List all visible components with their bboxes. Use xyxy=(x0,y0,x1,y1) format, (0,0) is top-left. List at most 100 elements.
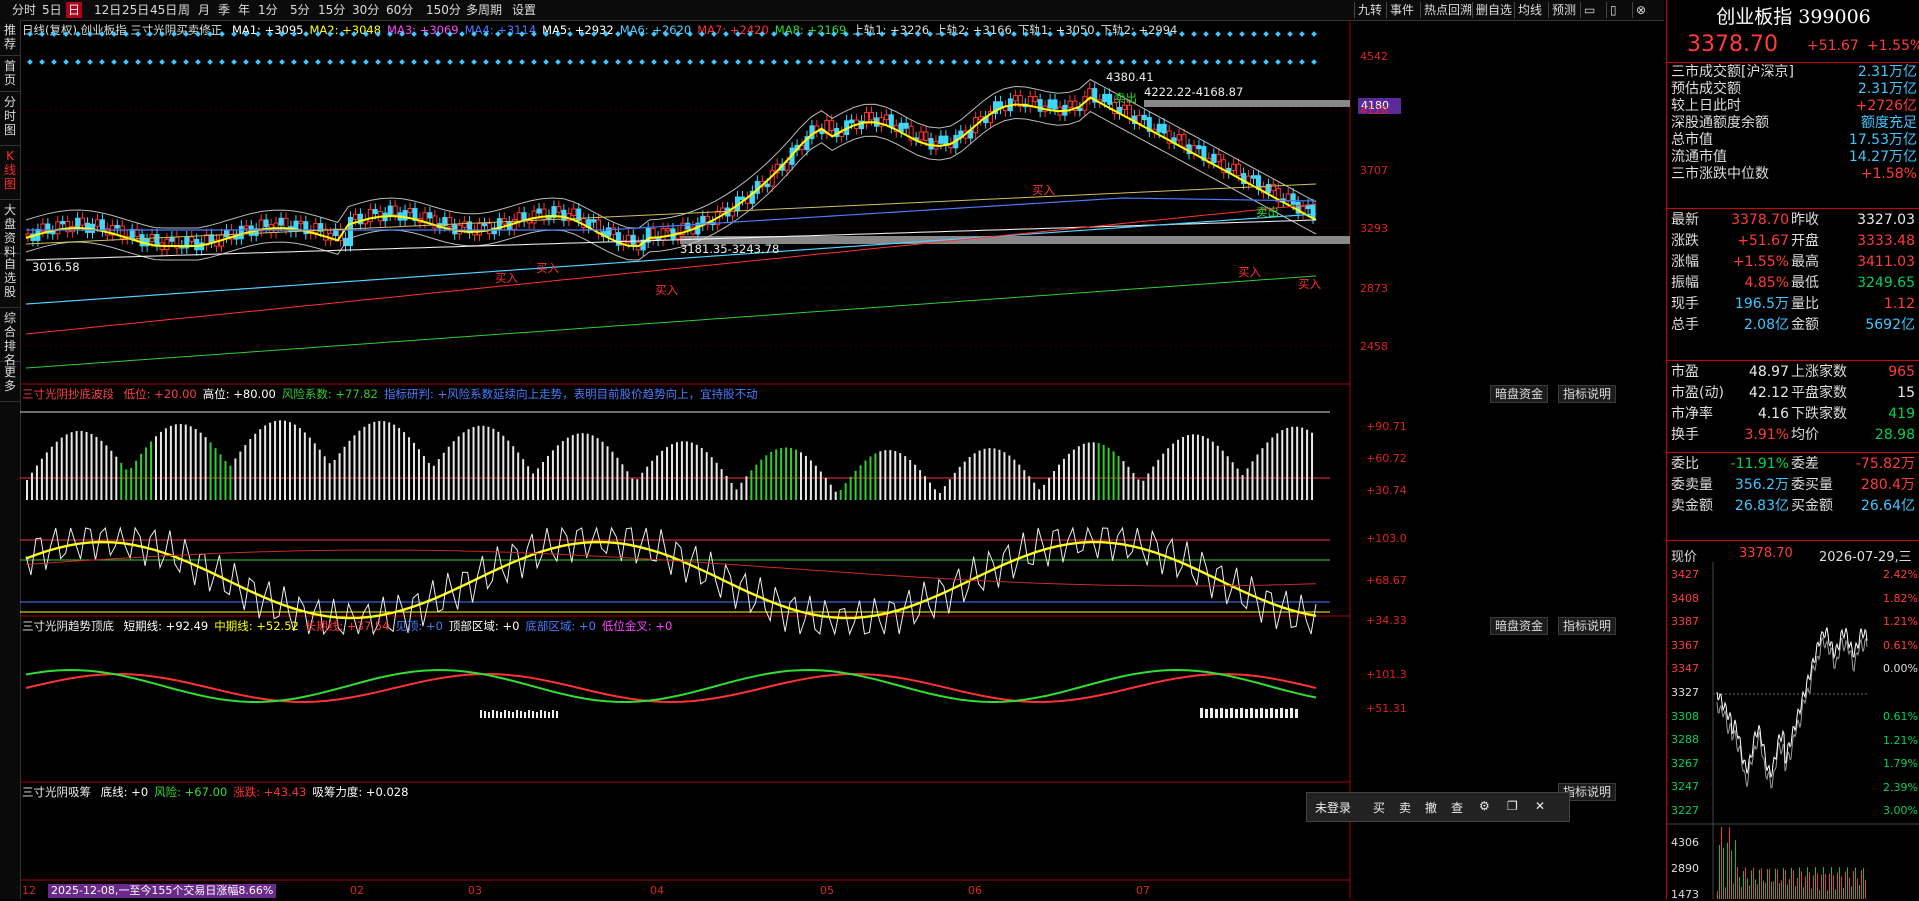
quote-value: 356.2万 xyxy=(1734,477,1789,493)
close-icon[interactable]: ✕ xyxy=(1535,799,1545,813)
login-status[interactable]: 未登录 xyxy=(1315,799,1351,816)
period-tab[interactable]: 12日 xyxy=(94,2,121,18)
indicator-value: 长期线: +37.54 xyxy=(304,619,390,633)
quote-value: 3327.03 xyxy=(1857,212,1915,228)
toolbar-action[interactable]: 预测 xyxy=(1548,2,1579,18)
cancel-order-button[interactable]: 撤 xyxy=(1425,799,1437,816)
toolbar-action[interactable]: 均线 xyxy=(1514,2,1545,18)
period-tab[interactable]: 60分 xyxy=(386,2,413,18)
quote-label: 委买量 xyxy=(1791,477,1833,493)
mini-volume-tick: 4306 xyxy=(1671,836,1699,849)
indicator-help-button[interactable]: 指标说明 xyxy=(1558,617,1617,635)
period-tab[interactable]: 45日 xyxy=(150,2,177,18)
mini-volume-tick: 1473 xyxy=(1671,888,1699,901)
quote-label: 委差 xyxy=(1791,456,1819,472)
quote-value: +51.67 xyxy=(1737,233,1789,249)
quote-label: 卖金额 xyxy=(1671,498,1713,514)
indicator-value: 中期线: +52.52 xyxy=(214,619,299,633)
quote-value: 5692亿 xyxy=(1865,317,1915,333)
left-tab[interactable]: 更多 xyxy=(0,362,20,402)
mini-price-tick: 3227 xyxy=(1671,804,1699,817)
price-change: +51.67 xyxy=(1807,38,1859,54)
left-tab[interactable]: 自选股 xyxy=(0,254,20,308)
date-tick: 05 xyxy=(820,884,834,897)
left-tab[interactable]: 分时图 xyxy=(0,92,20,146)
period-tab[interactable]: 季 xyxy=(218,2,230,18)
quote-value: 15 xyxy=(1897,385,1915,401)
sub1-header: 三寸光阴抄底波段 低位: +20.00 高位: +80.00 风险系数: +77.8… xyxy=(22,386,758,402)
indicator-help-button[interactable]: 指标说明 xyxy=(1558,385,1617,403)
dark-fund-button[interactable]: 暗盘资金 xyxy=(1490,385,1549,403)
mini-volume-tick: 2890 xyxy=(1671,862,1699,875)
restore-icon[interactable]: ❐ xyxy=(1507,799,1518,813)
indicator-value: 顶部区域: +0 xyxy=(448,619,520,633)
market-row: 三市成交额[沪深京] 2.31万亿 xyxy=(1671,64,1917,80)
toolbar-action[interactable]: 事件 xyxy=(1386,2,1417,18)
period-tab[interactable]: 30分 xyxy=(352,2,379,18)
period-tab[interactable]: 150分 xyxy=(426,2,461,18)
date-tick: 04 xyxy=(650,884,664,897)
query-button[interactable]: 查 xyxy=(1451,799,1463,816)
indicator-value: 指标研判: +风险系数延续向上走势，表明目前股价趋势向上，宜持股不动 xyxy=(383,387,758,401)
date-tick: 02 xyxy=(350,884,364,897)
chart-area[interactable]: 日线(复权) 创业板指 三寸光阴买卖修正 MA1: +3095 MA2: +304… xyxy=(20,20,1664,899)
period-tab[interactable]: 多周期 xyxy=(466,2,502,18)
left-tab[interactable]: K线图 xyxy=(0,146,20,200)
period-tab[interactable]: 分时 xyxy=(12,2,36,18)
quote-value: 3333.48 xyxy=(1857,233,1915,249)
quote-label: 市净率 xyxy=(1671,406,1713,422)
quote-value: 3411.03 xyxy=(1857,254,1915,270)
mini-pct-tick: 1.79% xyxy=(1883,757,1918,771)
dark-fund-button[interactable]: 暗盘资金 xyxy=(1490,617,1549,635)
period-tab[interactable]: 15分 xyxy=(318,2,345,18)
quote-label: 开盘 xyxy=(1791,233,1819,249)
quote-value: -11.91% xyxy=(1730,456,1789,472)
toolbar-action[interactable]: 九转 xyxy=(1354,2,1385,18)
period-tab[interactable]: 周 xyxy=(178,2,190,18)
gear-icon[interactable]: ⚙ xyxy=(1479,799,1490,813)
date-tick: 07 xyxy=(1136,884,1150,897)
mini-pct-tick: 3.00% xyxy=(1883,804,1918,818)
buy-signal: 买入 xyxy=(655,283,678,297)
indicator-tick: +101.3 xyxy=(1366,668,1407,681)
quote-label: 换手 xyxy=(1671,427,1699,443)
period-tab[interactable]: 日 xyxy=(66,2,83,18)
quote-label: 振幅 xyxy=(1671,275,1699,291)
buy-button[interactable]: 买 xyxy=(1373,799,1385,816)
quote-label: 总手 xyxy=(1671,317,1699,333)
quote-label: 最低 xyxy=(1791,275,1819,291)
left-tab[interactable]: 首页 xyxy=(0,56,20,92)
restore-icon[interactable]: ▭ xyxy=(1580,2,1598,18)
buy-signal: 买入 xyxy=(495,271,518,285)
price-tick: 4542 xyxy=(1360,50,1388,63)
kline-chart[interactable] xyxy=(20,20,1664,899)
sell-button[interactable]: 卖 xyxy=(1399,799,1411,816)
toolbar-action[interactable]: 删自选 xyxy=(1472,2,1515,18)
indicator-value: 风险系数: +77.82 xyxy=(281,387,378,401)
period-tab[interactable]: 1分 xyxy=(258,2,278,18)
quote-label: 委比 xyxy=(1671,456,1699,472)
mini-price-tick: 3327 xyxy=(1671,686,1699,699)
date-tick: 03 xyxy=(468,884,482,897)
period-tab[interactable]: 5日 xyxy=(42,2,62,18)
left-tab[interactable]: 推荐 xyxy=(0,20,20,56)
indicator-value: 短期线: +92.49 xyxy=(123,619,209,633)
quote-value: 3.91% xyxy=(1744,427,1789,443)
quote-label: 现手 xyxy=(1671,296,1699,312)
indicator-value: 见顶: +0 xyxy=(395,619,443,633)
toolbar-action[interactable]: 热点回溯 xyxy=(1420,2,1475,18)
period-tab[interactable]: 设置 xyxy=(512,2,536,18)
period-tab[interactable]: 5分 xyxy=(290,2,310,18)
period-tab[interactable]: 25日 xyxy=(122,2,149,18)
intraday-mini-chart[interactable] xyxy=(1667,562,1919,899)
left-tab[interactable]: 综合排名 xyxy=(0,308,20,367)
quote-value: 4.16 xyxy=(1757,406,1789,422)
mini-price-tick: 3288 xyxy=(1671,733,1699,747)
close-icon[interactable]: ⊗ xyxy=(1632,2,1649,18)
period-tab[interactable]: 月 xyxy=(198,2,210,18)
period-tab[interactable]: 年 xyxy=(238,2,250,18)
mini-pct-tick: 2.39% xyxy=(1883,780,1918,794)
left-tab[interactable]: 大盘资料 xyxy=(0,200,20,259)
quote-value: 28.98 xyxy=(1874,427,1915,443)
maximize-icon[interactable]: ▯ xyxy=(1606,2,1620,18)
